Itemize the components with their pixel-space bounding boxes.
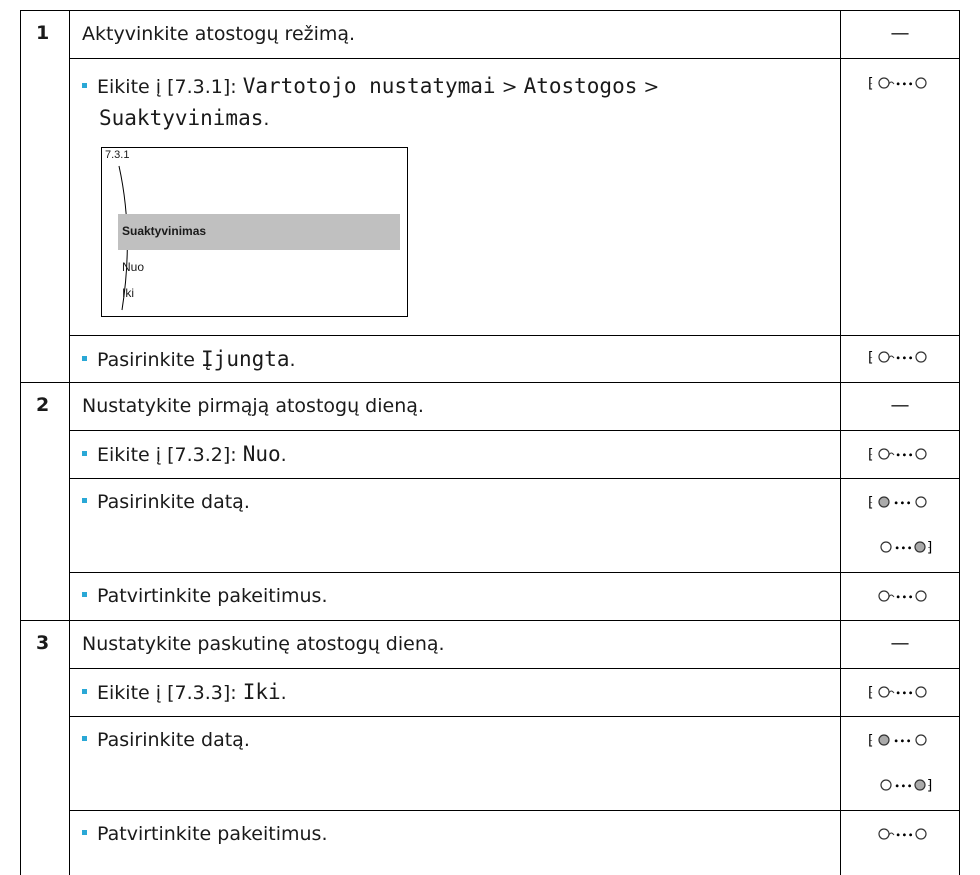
row-divider	[69, 58, 959, 59]
table-right-border	[959, 10, 960, 875]
svg-text:∙∙∙: ∙∙∙	[895, 688, 914, 699]
svg-text:∙∙∙: ∙∙∙	[894, 781, 913, 792]
svg-text:⁅: ⁅	[868, 76, 873, 92]
step-title: Nustatykite paskutinę atostogų dieną.	[82, 633, 445, 655]
dial-turn-press-icon: ⁅ ∙∙∙	[868, 350, 927, 366]
svg-text:⁅: ⁅	[868, 350, 873, 366]
row-divider	[20, 382, 959, 383]
bullet	[82, 451, 87, 456]
dash: —	[890, 22, 910, 44]
svg-text:⁅: ⁅	[868, 495, 873, 511]
screen-id: 7.3.1	[105, 149, 130, 161]
instruction: Patvirtinkite pakeitimus.	[82, 818, 327, 850]
bullet	[82, 689, 87, 694]
svg-text:∙∙∙: ∙∙∙	[893, 498, 912, 509]
dial-press-icon: ∙∙∙	[878, 590, 927, 603]
left-dial-turn-icon: ⁅ ∙∙∙	[868, 733, 927, 749]
menu-item[interactable]: Iki	[122, 286, 134, 300]
bullet	[82, 736, 87, 741]
dash: —	[890, 632, 910, 654]
instruction-continued: Suaktyvinimas.	[99, 106, 270, 130]
step-title: Nustatykite pirmąją atostogų dieną.	[82, 395, 424, 417]
instruction: Eikite į [7.3.1]: Vartotojo nustatymai >…	[82, 70, 659, 103]
svg-text:∙∙∙: ∙∙∙	[894, 543, 913, 554]
svg-text:∙∙∙: ∙∙∙	[895, 353, 914, 364]
bullet	[82, 498, 87, 503]
instruction: Pasirinkite Įjungta.	[82, 343, 296, 376]
svg-text:⁆: ⁆	[927, 778, 932, 794]
bullet	[82, 592, 87, 597]
menu-item[interactable]: Nuo	[122, 260, 144, 274]
row-divider	[69, 478, 959, 479]
svg-text:∙∙∙: ∙∙∙	[895, 79, 914, 90]
row-divider	[69, 810, 959, 811]
svg-text:∙∙∙: ∙∙∙	[895, 830, 914, 841]
step-title: Aktyvinkite atostogų režimą.	[82, 23, 356, 45]
row-divider	[20, 620, 959, 621]
controller-screen: 7.3.1 Suaktyvinimas Nuo Iki	[101, 147, 408, 317]
row-divider	[69, 716, 959, 717]
instruction: Pasirinkite datą.	[82, 724, 250, 756]
left-dial-turn-icon: ⁅ ∙∙∙	[868, 495, 927, 511]
svg-text:∙∙∙: ∙∙∙	[895, 592, 914, 603]
svg-text:⁅: ⁅	[868, 733, 873, 749]
row-divider	[69, 335, 959, 336]
svg-text:⁆: ⁆	[927, 540, 932, 556]
right-dial-turn-icon: ∙∙∙ ⁆	[880, 540, 932, 556]
bullet	[82, 356, 87, 361]
step-number: 1	[36, 22, 50, 44]
right-dial-turn-icon: ∙∙∙ ⁆	[880, 778, 932, 794]
column-divider	[69, 10, 70, 875]
table-left-border	[20, 10, 21, 875]
instruction: Patvirtinkite pakeitimus.	[82, 580, 327, 612]
menu-item-selected[interactable]: Suaktyvinimas	[118, 214, 400, 250]
step-number: 3	[36, 632, 50, 654]
dial-turn-press-icon: ⁅ ∙∙∙	[868, 76, 927, 92]
row-divider	[69, 668, 959, 669]
dial-turn-press-icon: ⁅ ∙∙∙	[868, 685, 927, 701]
svg-text:⁅: ⁅	[868, 447, 873, 463]
instruction: Pasirinkite datą.	[82, 486, 250, 518]
svg-text:∙∙∙: ∙∙∙	[893, 736, 912, 747]
bullet	[82, 83, 87, 88]
column-divider	[840, 10, 841, 875]
svg-text:∙∙∙: ∙∙∙	[895, 450, 914, 461]
row-divider	[69, 430, 959, 431]
step-number: 2	[36, 394, 50, 416]
svg-text:⁅: ⁅	[868, 685, 873, 701]
instruction: Eikite į [7.3.2]: Nuo.	[82, 438, 287, 471]
row-divider	[69, 572, 959, 573]
bullet	[82, 830, 87, 835]
table-top-border	[20, 10, 959, 11]
dial-press-icon: ∙∙∙	[878, 828, 927, 841]
dial-turn-press-icon: ⁅ ∙∙∙	[868, 447, 927, 463]
instruction: Eikite į [7.3.3]: Iki.	[82, 676, 287, 709]
dash: —	[890, 394, 910, 416]
